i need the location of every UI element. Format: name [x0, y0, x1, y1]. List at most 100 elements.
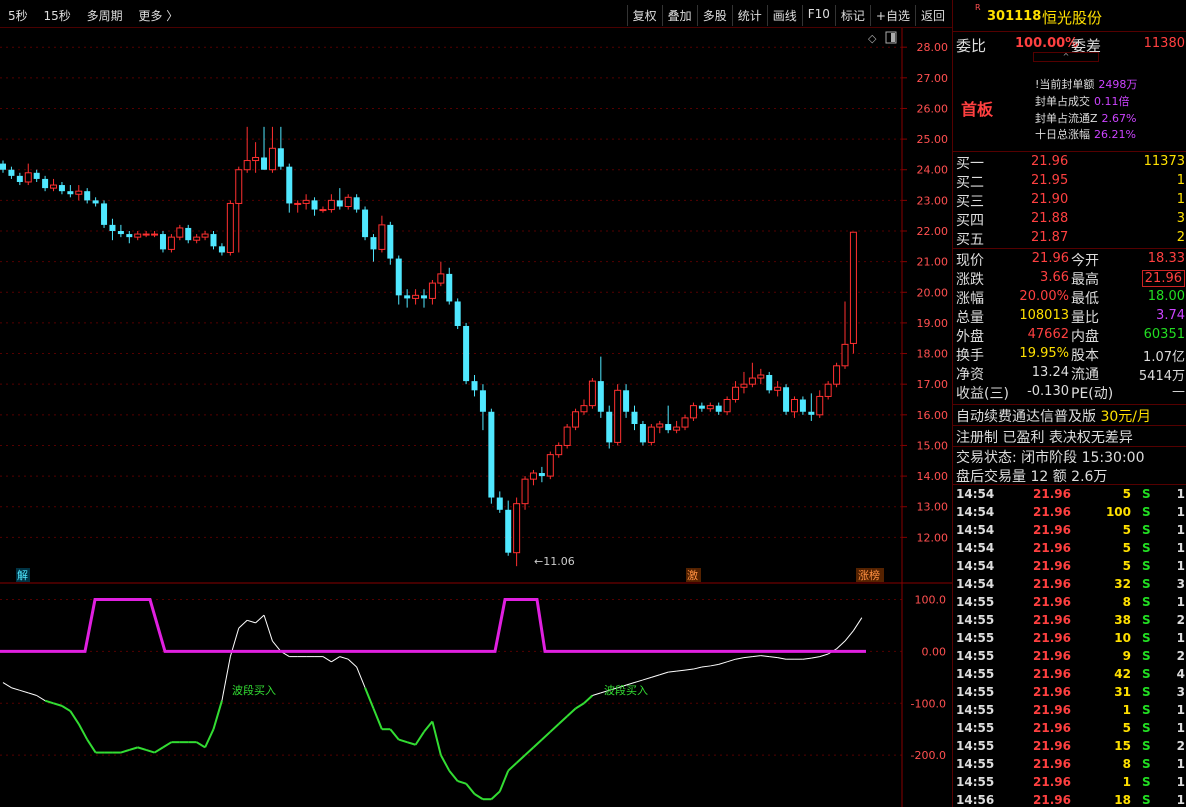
- add-watchlist-button[interactable]: +自选: [869, 5, 915, 26]
- candle[interactable]: [546, 451, 554, 480]
- candle[interactable]: [344, 194, 352, 210]
- candle[interactable]: [336, 188, 343, 210]
- mark-button[interactable]: 标记: [834, 5, 870, 26]
- candle[interactable]: [479, 384, 486, 431]
- bid-row-4[interactable]: 买四 21.88 3: [953, 210, 1186, 229]
- candle[interactable]: [226, 200, 234, 256]
- candle[interactable]: [50, 178, 58, 192]
- candle[interactable]: [572, 408, 580, 431]
- candle[interactable]: [463, 322, 470, 385]
- candle[interactable]: [631, 405, 638, 431]
- tick-row[interactable]: 14:55 21.96 8 S 1: [953, 755, 1186, 773]
- candle[interactable]: [757, 368, 765, 385]
- candle[interactable]: [327, 194, 335, 213]
- period-5s[interactable]: 5秒: [8, 9, 28, 23]
- candle[interactable]: [218, 243, 225, 256]
- candle[interactable]: [521, 476, 529, 510]
- candle[interactable]: [235, 166, 243, 253]
- candle[interactable]: [33, 169, 40, 182]
- candle[interactable]: [117, 224, 124, 238]
- candle[interactable]: [656, 420, 664, 434]
- overlay-button[interactable]: 叠加: [661, 5, 697, 26]
- adjust-button[interactable]: 复权: [626, 5, 662, 26]
- f10-button[interactable]: F10: [801, 5, 835, 26]
- tick-row[interactable]: 14:55 21.96 15 S 2: [953, 737, 1186, 755]
- tick-row[interactable]: 14:54 21.96 5 S 1: [953, 557, 1186, 575]
- tick-row[interactable]: 14:54 21.96 5 S 1: [953, 485, 1186, 503]
- candle[interactable]: [84, 188, 91, 204]
- candle[interactable]: [201, 231, 209, 241]
- candle[interactable]: [841, 301, 849, 369]
- bid-row-3[interactable]: 买三 21.90 1: [953, 191, 1186, 210]
- candle[interactable]: [849, 231, 857, 354]
- candle[interactable]: [580, 399, 588, 415]
- candle[interactable]: [353, 194, 360, 213]
- candle[interactable]: [412, 289, 420, 305]
- candle[interactable]: [529, 469, 537, 486]
- promo-price[interactable]: 30元/月: [1100, 409, 1151, 425]
- candle[interactable]: [665, 405, 672, 434]
- candle[interactable]: [799, 396, 806, 415]
- event-label-incentive[interactable]: 激: [687, 568, 698, 582]
- stock-code[interactable]: 301118: [987, 9, 1041, 24]
- bid-row-5[interactable]: 买五 21.87 2: [953, 229, 1186, 248]
- candle[interactable]: [252, 142, 260, 173]
- indicator-chart[interactable]: 100.0 0.00 -100.0 -200.0 波段买入 波段买入: [0, 584, 952, 807]
- candle[interactable]: [555, 442, 563, 458]
- back-button[interactable]: 返回: [914, 5, 950, 26]
- candle[interactable]: [134, 231, 142, 241]
- tick-row[interactable]: 14:55 21.96 9 S 2: [953, 647, 1186, 665]
- candle[interactable]: [16, 172, 23, 186]
- candle[interactable]: [689, 402, 697, 421]
- candle[interactable]: [614, 384, 622, 446]
- candle[interactable]: [176, 224, 184, 241]
- candle[interactable]: [513, 497, 521, 567]
- tick-row[interactable]: 14:55 21.96 42 S 4: [953, 665, 1186, 683]
- candle[interactable]: [824, 381, 832, 400]
- candle[interactable]: [597, 356, 604, 418]
- stats-button[interactable]: 统计: [731, 5, 767, 26]
- candle[interactable]: [715, 402, 722, 415]
- tick-row[interactable]: 14:55 21.96 10 S 1: [953, 629, 1186, 647]
- candle[interactable]: [740, 371, 748, 394]
- candle[interactable]: [42, 175, 49, 192]
- candle[interactable]: [92, 197, 99, 207]
- candlestick-chart[interactable]: 28.00 27.00 26.00 25.00 24.00 23.00 22.00 21.00…: [0, 28, 952, 584]
- candle[interactable]: [58, 181, 65, 195]
- candle[interactable]: [142, 231, 150, 238]
- candle[interactable]: [673, 420, 681, 434]
- candle[interactable]: [126, 231, 133, 244]
- candle[interactable]: [748, 362, 756, 388]
- candle[interactable]: [395, 255, 402, 305]
- candle[interactable]: [370, 234, 377, 262]
- candle[interactable]: [706, 402, 714, 412]
- stock-name[interactable]: 恒光股份: [1042, 7, 1102, 28]
- candle[interactable]: [8, 166, 15, 179]
- tick-row[interactable]: 14:56 21.96 18 S 1: [953, 791, 1186, 807]
- candle[interactable]: [302, 194, 310, 210]
- tick-row[interactable]: 14:55 21.96 1 S 1: [953, 701, 1186, 719]
- candle[interactable]: [185, 224, 192, 244]
- candle[interactable]: [0, 160, 6, 173]
- candle[interactable]: [261, 126, 268, 170]
- chart-corner-icons[interactable]: ◇: [868, 31, 897, 45]
- tick-row[interactable]: 14:55 21.96 31 S 3: [953, 683, 1186, 701]
- candle[interactable]: [193, 234, 201, 244]
- candle[interactable]: [387, 221, 394, 265]
- candle[interactable]: [446, 267, 453, 305]
- promo-line[interactable]: 自动续费通达信普及版 30元/月: [956, 406, 1151, 426]
- candle[interactable]: [75, 185, 83, 201]
- candle[interactable]: [294, 200, 302, 213]
- expand-toggle-icon[interactable]: ^: [1033, 52, 1099, 62]
- multi-stock-button[interactable]: 多股: [696, 5, 732, 26]
- candle[interactable]: [816, 390, 824, 418]
- candle[interactable]: [538, 466, 545, 483]
- tick-row[interactable]: 14:54 21.96 5 S 1: [953, 539, 1186, 557]
- candle[interactable]: [277, 126, 284, 170]
- candle[interactable]: [159, 231, 166, 253]
- candle[interactable]: [723, 396, 731, 415]
- candle[interactable]: [833, 362, 841, 388]
- candle[interactable]: [101, 200, 108, 228]
- candle[interactable]: [774, 381, 782, 397]
- draw-line-button[interactable]: 画线: [766, 5, 802, 26]
